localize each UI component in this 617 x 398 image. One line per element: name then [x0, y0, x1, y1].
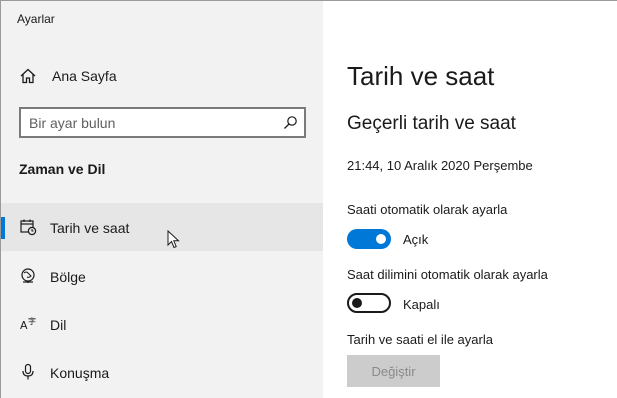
- sidebar-item-label: Konuşma: [50, 365, 110, 381]
- calendar-clock-icon: [20, 219, 37, 236]
- sub-title: Geçerli tarih ve saat: [347, 113, 516, 134]
- auto-time-label: Saati otomatik olarak ayarla: [347, 202, 508, 217]
- auto-time-toggle[interactable]: [347, 229, 391, 249]
- app-title: Ayarlar: [17, 12, 55, 26]
- microphone-icon: [22, 363, 34, 380]
- toggle-knob: [376, 234, 386, 244]
- settings-window: Ayarlar Ana Sayfa Zaman ve Dil: [0, 0, 617, 398]
- svg-text:字: 字: [28, 316, 36, 326]
- globe-icon: [21, 268, 35, 283]
- auto-timezone-toggle[interactable]: [347, 293, 391, 313]
- sidebar-item-language[interactable]: A 字 Dil: [1, 300, 323, 348]
- current-datetime: 21:44, 10 Aralık 2020 Perşembe: [347, 158, 533, 173]
- page-title: Tarih ve saat: [347, 61, 495, 91]
- sidebar: Ayarlar Ana Sayfa Zaman ve Dil: [1, 1, 323, 398]
- auto-timezone-label: Saat dilimini otomatik olarak ayarla: [347, 267, 548, 282]
- sidebar-item-label: Dil: [50, 317, 67, 333]
- toggle-knob: [352, 298, 362, 308]
- home-nav-item[interactable]: Ana Sayfa: [1, 59, 323, 93]
- change-button[interactable]: Değiştir: [347, 355, 440, 387]
- search-input[interactable]: [29, 113, 269, 132]
- language-icon: A 字: [20, 316, 36, 332]
- svg-text:A: A: [20, 319, 28, 332]
- main-content: Tarih ve saat Geçerli tarih ve saat 21:4…: [323, 1, 617, 398]
- home-label: Ana Sayfa: [52, 68, 117, 84]
- section-title: Zaman ve Dil: [19, 161, 106, 177]
- search-box[interactable]: [19, 107, 306, 138]
- sidebar-item-date-time[interactable]: Tarih ve saat: [1, 203, 323, 251]
- mouse-cursor-icon: [167, 230, 180, 249]
- auto-time-state: Açık: [403, 232, 429, 247]
- search-icon[interactable]: [283, 115, 298, 130]
- auto-timezone-state: Kapalı: [403, 297, 440, 312]
- sidebar-item-label: Bölge: [50, 269, 86, 285]
- sidebar-item-speech[interactable]: Konuşma: [1, 348, 323, 396]
- sidebar-item-region[interactable]: Bölge: [1, 252, 323, 300]
- selection-indicator: [1, 217, 5, 239]
- manual-set-label: Tarih ve saati el ile ayarla: [347, 332, 493, 347]
- home-icon: [20, 68, 36, 84]
- sidebar-item-label: Tarih ve saat: [50, 220, 130, 236]
